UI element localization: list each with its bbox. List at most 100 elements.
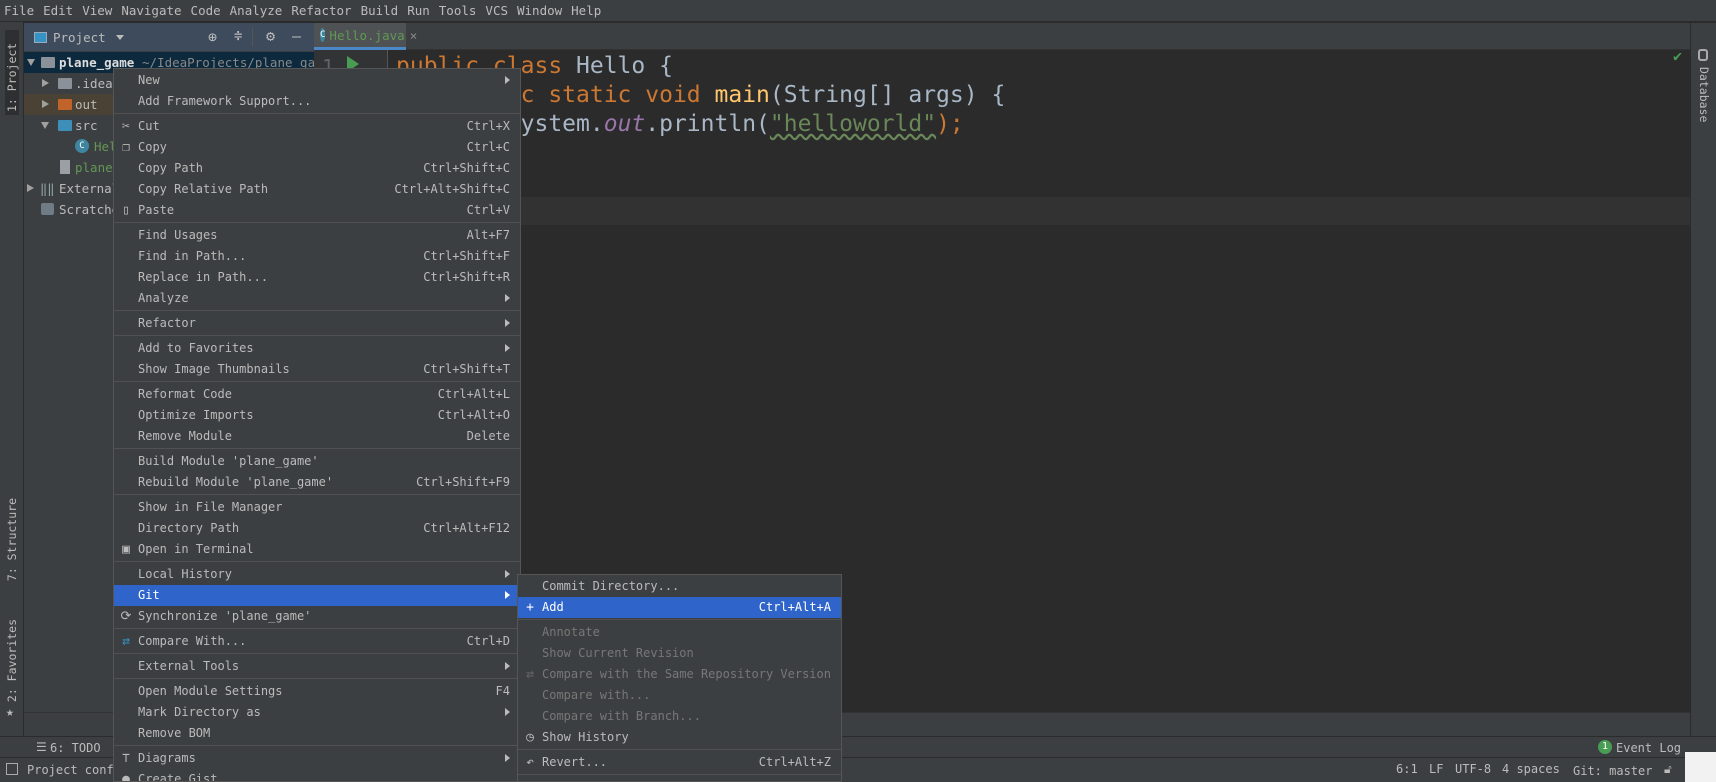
menu-item-compare-with[interactable]: ⇄ Compare With... Ctrl+D (114, 631, 520, 652)
project-view-selector[interactable]: Project (53, 30, 106, 45)
menu-item-label: Revert... (542, 755, 608, 769)
event-count-badge: 1 (1598, 740, 1612, 754)
menu-item-add-framework-support[interactable]: Add Framework Support... (114, 91, 520, 112)
menu-item-show-image-thumbnails[interactable]: Show Image Thumbnails Ctrl+Shift+T (114, 359, 520, 380)
menu-vcs[interactable]: VCS (485, 3, 508, 18)
tab-hello-java[interactable]: C Hello.java × (314, 23, 417, 50)
inspection-ok-icon[interactable]: ✔ (1673, 47, 1682, 65)
menu-item-shortcut: Ctrl+Alt+O (437, 408, 510, 422)
menu-edit[interactable]: Edit (43, 3, 73, 18)
menu-view[interactable]: View (82, 3, 112, 18)
chevron-down-icon[interactable] (115, 34, 124, 40)
line-separator[interactable]: LF (1429, 762, 1443, 776)
menu-tools[interactable]: Tools (439, 3, 477, 18)
scratches-icon (41, 203, 54, 215)
source-folder-icon (58, 120, 72, 131)
menu-item-refactor[interactable]: Refactor (114, 313, 520, 334)
menu-item-compare-with: Compare with... (518, 685, 841, 706)
menu-item-label: Local History (138, 567, 232, 581)
minimize-icon[interactable]: — (292, 27, 301, 45)
expand-arrow-icon[interactable] (42, 100, 49, 108)
caret-position[interactable]: 6:1 (1396, 762, 1418, 776)
menu-item-repository[interactable]: Repository (518, 777, 841, 781)
close-icon[interactable]: × (410, 28, 418, 43)
menu-item-reformat-code[interactable]: Reformat Code Ctrl+Alt+L (114, 384, 520, 405)
menu-item-show-in-file-manager[interactable]: Show in File Manager (114, 497, 520, 518)
menu-analyze[interactable]: Analyze (230, 3, 283, 18)
file-encoding[interactable]: UTF-8 (1455, 762, 1491, 776)
menu-item-copy-relative-path[interactable]: Copy Relative Path Ctrl+Alt+Shift+C (114, 179, 520, 200)
star-icon: ★ (6, 705, 14, 720)
menu-window[interactable]: Window (517, 3, 562, 18)
menu-item-paste[interactable]: ▯ Paste Ctrl+V (114, 200, 520, 221)
menu-item-copy-path[interactable]: Copy Path Ctrl+Shift+C (114, 158, 520, 179)
menu-item-label: Annotate (542, 625, 600, 639)
menu-item-diagrams[interactable]: ⊤ Diagrams (114, 748, 520, 769)
menu-item-shortcut: Ctrl+Shift+T (423, 362, 510, 376)
menu-item-git[interactable]: Git (114, 585, 520, 606)
database-tool-button[interactable]: Database (1697, 67, 1711, 122)
menu-item-open-in-terminal[interactable]: ▣ Open in Terminal (114, 539, 520, 560)
menu-item-copy[interactable]: ❐ Copy Ctrl+C (114, 137, 520, 158)
event-log-button[interactable]: Event Log (1616, 741, 1681, 755)
favorites-tool-button[interactable]: 2: Favorites (5, 619, 19, 702)
expand-arrow-icon[interactable] (42, 79, 49, 87)
menu-item-commit-directory[interactable]: Commit Directory... (518, 576, 841, 597)
menu-item-add[interactable]: + Add Ctrl+Alt+A (518, 597, 841, 618)
lock-icon[interactable]: 🔓︎ (1664, 762, 1672, 777)
menu-item-analyze[interactable]: Analyze (114, 288, 520, 309)
menu-item-find-in-path[interactable]: Find in Path... Ctrl+Shift+F (114, 246, 520, 267)
menu-item-replace-in-path[interactable]: Replace in Path... Ctrl+Shift+R (114, 267, 520, 288)
menu-item-open-module-settings[interactable]: Open Module Settings F4 (114, 681, 520, 702)
menu-item-directory-path[interactable]: Directory Path Ctrl+Alt+F12 (114, 518, 520, 539)
menu-item-label: Build Module 'plane_game' (138, 454, 319, 468)
menu-file[interactable]: File (4, 3, 34, 18)
menu-item-show-history[interactable]: ◷ Show History (518, 727, 841, 748)
menu-item-local-history[interactable]: Local History (114, 564, 520, 585)
menu-refactor[interactable]: Refactor (291, 3, 351, 18)
expand-arrow-icon[interactable] (27, 184, 34, 192)
menu-item-cut[interactable]: ✂ Cut Ctrl+X (114, 116, 520, 137)
menu-item-remove-bom[interactable]: Remove BOM (114, 723, 520, 744)
menu-item-revert[interactable]: ↶ Revert... Ctrl+Alt+Z (518, 752, 841, 773)
todo-tool-button[interactable]: 6: TODO (50, 741, 101, 755)
locate-icon[interactable]: ⊕ (208, 28, 217, 46)
revert-icon: ↶ (526, 755, 534, 770)
libraries-icon: ‖‖ (40, 181, 55, 196)
menu-item-remove-module[interactable]: Remove Module Delete (114, 426, 520, 447)
gear-icon[interactable]: ⚙ (266, 27, 275, 45)
menu-item-optimize-imports[interactable]: Optimize Imports Ctrl+Alt+O (114, 405, 520, 426)
menu-build[interactable]: Build (361, 3, 399, 18)
menu-item-external-tools[interactable]: External Tools (114, 656, 520, 677)
project-tool-button[interactable]: 1: Project (5, 30, 19, 115)
java-class-icon: C (75, 139, 89, 153)
tree-label: src (75, 118, 98, 133)
expand-arrow-icon[interactable] (41, 122, 49, 129)
thumbnail-overlay (1685, 752, 1716, 782)
menu-item-create-gist[interactable]: ● Create Gist... (114, 769, 520, 781)
collapse-all-icon[interactable]: ≑ (234, 28, 242, 44)
menu-code[interactable]: Code (191, 3, 221, 18)
menu-item-build-module-plane-game[interactable]: Build Module 'plane_game' (114, 451, 520, 472)
panel-toggle-icon[interactable] (6, 763, 18, 775)
tree-label: .idea (75, 76, 113, 91)
menu-help[interactable]: Help (571, 3, 601, 18)
menu-item-find-usages[interactable]: Find Usages Alt+F7 (114, 225, 520, 246)
menu-item-mark-directory-as[interactable]: Mark Directory as (114, 702, 520, 723)
menu-item-synchronize-plane-game[interactable]: ⟳ Synchronize 'plane_game' (114, 606, 520, 627)
sync-icon: ⟳ (120, 609, 132, 624)
menu-item-rebuild-module-plane-game[interactable]: Rebuild Module 'plane_game' Ctrl+Shift+F9 (114, 472, 520, 493)
menu-item-shortcut: Ctrl+Alt+A (758, 600, 831, 614)
menu-item-add-to-favorites[interactable]: Add to Favorites (114, 338, 520, 359)
menu-navigate[interactable]: Navigate (121, 3, 181, 18)
menu-item-label: Show History (542, 730, 629, 744)
iml-file-icon (60, 160, 70, 174)
expand-arrow-icon[interactable] (27, 59, 35, 66)
structure-tool-button[interactable]: 7: Structure (5, 498, 19, 581)
indent-setting[interactable]: 4 spaces (1502, 762, 1560, 776)
menu-run[interactable]: Run (407, 3, 430, 18)
folder-icon (58, 78, 72, 89)
menu-item-new[interactable]: New (114, 70, 520, 91)
git-branch[interactable]: Git: master (1573, 764, 1652, 778)
menu-item-label: Cut (138, 119, 160, 133)
